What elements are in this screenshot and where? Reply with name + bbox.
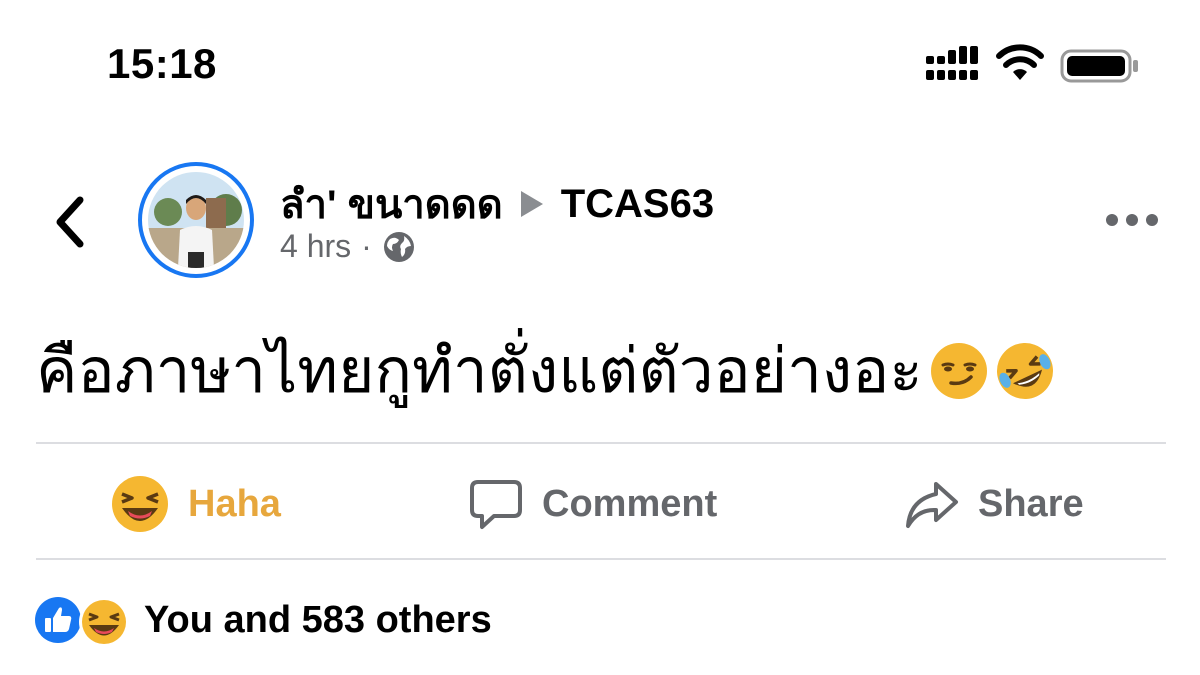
battery-icon	[1060, 49, 1138, 83]
cellular-signal-icon	[926, 46, 978, 80]
author-name[interactable]: ลำ' ขนาดดด	[280, 172, 503, 236]
haha-label: Haha	[188, 482, 281, 525]
haha-emoji-icon	[112, 476, 168, 532]
globe-icon	[383, 231, 414, 262]
rolling-on-floor-laughing-emoji	[996, 343, 1053, 399]
post-body: คือภาษาไทยกูทำตั่งแต่ตัวอย่างอะ	[36, 322, 1055, 420]
like-reaction-icon	[35, 597, 81, 643]
comment-bubble-icon	[470, 480, 522, 529]
share-arrow-icon	[906, 482, 958, 528]
smirking-face-emoji	[930, 343, 987, 399]
meta-separator: ·	[361, 228, 372, 264]
back-chevron-icon[interactable]	[44, 190, 100, 254]
shared-to-arrow-icon	[520, 191, 543, 217]
share-label: Share	[978, 482, 1084, 525]
author-avatar-ring[interactable]	[138, 162, 254, 278]
share-button[interactable]: Share	[904, 470, 1084, 538]
post-timestamp[interactable]: 4 hrs	[280, 228, 351, 265]
reaction-icons	[34, 596, 134, 647]
group-name[interactable]: TCAS63	[561, 182, 714, 227]
divider-top	[36, 442, 1166, 444]
more-options-icon[interactable]	[1104, 205, 1160, 235]
post-text: คือภาษาไทยกูทำตั่งแต่ตัวอย่างอะ	[36, 337, 923, 406]
reactions-summary[interactable]: You and 583 others	[34, 596, 492, 647]
comment-button[interactable]: Comment	[468, 470, 717, 538]
divider-bottom	[36, 558, 1166, 560]
post-screen: 15:18 ลำ' ขนาดดด TCAS63 4 hrs · คือภาษาไ…	[0, 0, 1200, 675]
post-author-line: ลำ' ขนาดดด TCAS63	[280, 172, 714, 236]
comment-label: Comment	[542, 482, 718, 525]
post-meta: 4 hrs ·	[280, 228, 416, 265]
wifi-icon	[996, 44, 1044, 80]
haha-reaction-icon	[79, 597, 129, 647]
avatar	[148, 172, 244, 268]
reactions-count-text: You and 583 others	[144, 598, 492, 641]
haha-reaction-button[interactable]: Haha	[110, 470, 281, 538]
status-time: 15:18	[107, 40, 217, 87]
